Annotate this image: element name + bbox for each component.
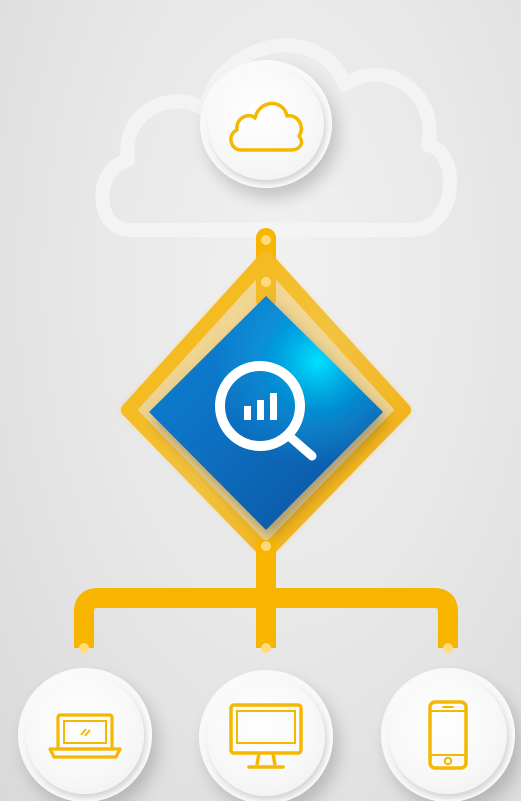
connector-dot-hub-bottom (261, 541, 271, 551)
phone-node[interactable] (381, 668, 515, 801)
laptop-node[interactable] (18, 668, 152, 801)
connector-dot-desktop (261, 643, 271, 653)
connector-dot-phone (443, 643, 453, 653)
laptop-icon (48, 713, 122, 759)
connector-dot-hub-top (261, 277, 271, 287)
network-diagram (0, 0, 521, 801)
connector-dot-laptop (79, 643, 89, 653)
cloud-node[interactable] (200, 60, 332, 188)
connector-dot-top (261, 235, 271, 245)
smartphone-icon (428, 700, 468, 770)
desktop-monitor-icon (229, 703, 303, 769)
cloud-icon (229, 101, 304, 152)
desktop-node[interactable] (199, 670, 333, 801)
